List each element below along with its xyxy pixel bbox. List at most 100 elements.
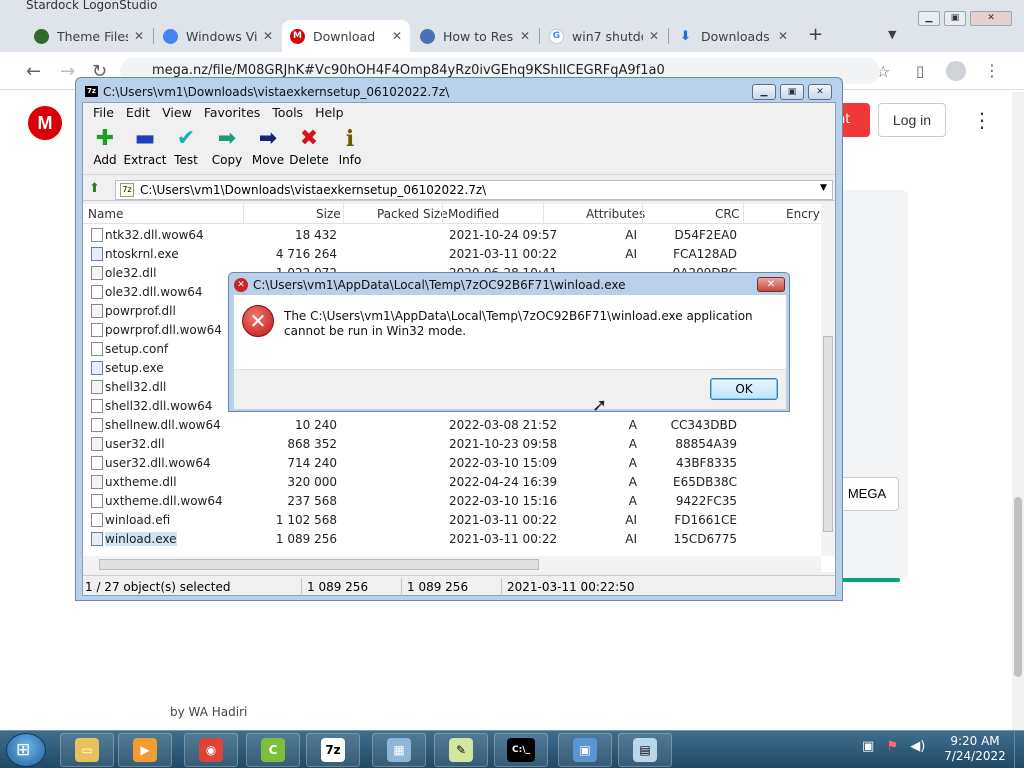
dialog-title[interactable]: C:\Users\vm1\AppData\Local\Temp\7zOC92B6…: [253, 278, 626, 292]
page-scrollbar[interactable]: [1012, 92, 1024, 730]
tab-search-chevron-icon[interactable]: ▼: [888, 28, 896, 41]
menu-file[interactable]: File: [87, 103, 120, 122]
cell-name: ntk32.dll.wow64: [105, 228, 204, 242]
clock-time: 9:20 AM: [950, 734, 1000, 748]
forward-arrow-icon[interactable]: →: [60, 61, 75, 82]
column-name[interactable]: Name: [88, 207, 123, 221]
status-selection: 1 / 27 object(s) selected: [85, 580, 231, 594]
side-panel-icon[interactable]: ▯: [916, 62, 924, 80]
mega-menu-icon[interactable]: ⋮: [972, 108, 992, 132]
column-attributes[interactable]: Attributes: [586, 207, 645, 221]
globe-icon: [34, 28, 49, 44]
cell-name: ole32.dll: [105, 266, 156, 280]
network-icon[interactable]: ▣: [862, 739, 874, 754]
minimize-button[interactable]: ▁: [752, 84, 776, 100]
action-center-icon[interactable]: ⚑: [886, 739, 898, 754]
taskbar-explorer[interactable]: ▭: [60, 733, 114, 767]
cell-crc-text: CC343DBD: [670, 418, 737, 432]
table-row[interactable]: user32.dll 868 352 2021-10-23 09:58 A 88854A…: [83, 435, 821, 454]
tab-downloads[interactable]: ⬇ Downloads ✕: [670, 20, 796, 52]
list-vertical-scrollbar[interactable]: [821, 204, 835, 556]
exe-file-icon: [91, 532, 103, 546]
taskbar-7zip[interactable]: 7z: [306, 733, 360, 767]
close-icon[interactable]: ✕: [134, 29, 144, 43]
test-button[interactable]: ✔ Test: [164, 127, 208, 168]
table-row[interactable]: shellnew.dll.wow64 10 240 2022-03-08 21:52…: [83, 416, 821, 435]
new-tab-button[interactable]: +: [808, 24, 823, 45]
taskbar-window[interactable]: ▣: [558, 733, 612, 767]
start-button[interactable]: ⊞: [6, 733, 46, 767]
close-icon[interactable]: ✕: [392, 29, 402, 43]
mega-login-button[interactable]: Log in: [878, 103, 946, 137]
tab-windows[interactable]: Windows Vi ✕: [155, 20, 281, 52]
delete-button[interactable]: ✖ Delete: [287, 127, 331, 168]
list-horizontal-scrollbar[interactable]: [83, 556, 821, 572]
close-icon[interactable]: ✕: [263, 29, 273, 43]
7zip-title: C:\Users\vm1\Downloads\vistaexkernsetup_…: [103, 85, 450, 99]
menu-view[interactable]: View: [156, 103, 198, 122]
clock[interactable]: 9:20 AM 7/24/2022: [940, 734, 1010, 764]
cell-attr-text: AI: [625, 247, 637, 261]
table-row[interactable]: ntoskrnl.exe 4 716 264 2021-03-11 00:22 AI F…: [83, 245, 821, 264]
taskbar-file[interactable]: ▤: [618, 733, 672, 767]
scrollbar-thumb[interactable]: [1014, 497, 1022, 677]
taskbar-media-player[interactable]: ▶: [118, 733, 172, 767]
column-crc[interactable]: CRC: [715, 207, 740, 221]
volume-icon[interactable]: ◀): [910, 739, 925, 754]
path-field[interactable]: 7z C:\Users\vm1\Downloads\vistaexkernset…: [115, 180, 833, 200]
maximize-button[interactable]: ▣: [780, 84, 804, 100]
column-modified[interactable]: Modified: [448, 207, 499, 221]
taskbar-ccleaner[interactable]: C: [246, 733, 300, 767]
menu-edit[interactable]: Edit: [120, 103, 156, 122]
close-icon[interactable]: ✕: [649, 29, 659, 43]
taskbar-control-panel[interactable]: ▦: [372, 733, 426, 767]
scrollbar-thumb[interactable]: [823, 336, 833, 532]
close-button[interactable]: ✕: [808, 84, 832, 100]
taskbar-cmd[interactable]: C:\_: [494, 733, 548, 767]
extract-label: Extract: [123, 153, 167, 167]
path-text[interactable]: C:\Users\vm1\Downloads\vistaexkernsetup_…: [140, 183, 486, 197]
taskbar-chrome[interactable]: ◉: [184, 733, 238, 767]
cell-modified: 2021-10-24 09:57: [449, 228, 557, 242]
tab-theme-files[interactable]: Theme Files ✕: [26, 20, 152, 52]
mega-open-button[interactable]: MEGA: [835, 477, 899, 511]
table-row[interactable]: uxtheme.dll.wow64 237 568 2022-03-10 15:16…: [83, 492, 821, 511]
ok-button[interactable]: OK: [710, 378, 778, 400]
tab-separator: [153, 28, 154, 44]
add-button[interactable]: ✚ Add: [83, 127, 127, 168]
profile-avatar[interactable]: [946, 61, 966, 81]
tab-download[interactable]: M Download ✕: [282, 20, 410, 52]
taskbar-editor[interactable]: ✎: [434, 733, 488, 767]
7zip-titlebar[interactable]: 7z C:\Users\vm1\Downloads\vistaexkernset…: [76, 78, 842, 104]
tab-how-to[interactable]: How to Res ✕: [412, 20, 538, 52]
column-size[interactable]: Size: [316, 207, 341, 221]
info-button[interactable]: i Info: [328, 127, 372, 167]
table-row[interactable]: uxtheme.dll 320 000 2022-04-24 16:39 A E65DB…: [83, 473, 821, 492]
close-icon[interactable]: ✕: [520, 29, 530, 43]
extract-button[interactable]: ▬ Extract: [123, 127, 167, 168]
table-row[interactable]: user32.dll.wow64 714 240 2022-03-10 15:09 A…: [83, 454, 821, 473]
folder-up-icon[interactable]: ⬆: [89, 181, 105, 197]
scrollbar-thumb[interactable]: [99, 559, 539, 570]
copy-button[interactable]: ➡ Copy: [205, 127, 249, 168]
menu-favorites[interactable]: Favorites: [198, 103, 266, 122]
menu-help[interactable]: Help: [309, 103, 350, 122]
mega-logo[interactable]: M: [28, 106, 62, 140]
cell-name: powrprof.dll: [105, 304, 176, 318]
back-arrow-icon[interactable]: ←: [26, 61, 41, 82]
chrome-menu-icon[interactable]: ⋮: [984, 61, 1000, 80]
move-button[interactable]: ➡ Move: [246, 127, 290, 168]
path-dropdown-icon[interactable]: ▼: [820, 183, 827, 193]
column-encrypted[interactable]: Encry: [786, 207, 820, 221]
close-icon[interactable]: ✕: [778, 29, 788, 43]
table-row[interactable]: ntk32.dll.wow64 18 432 2021-10-24 09:57 AI D…: [83, 226, 821, 245]
cell-crc: FD1661CE: [674, 513, 737, 527]
table-row[interactable]: winload.efi 1 102 568 2021-03-11 00:22 AI FD…: [83, 511, 821, 530]
show-desktop-button[interactable]: [1014, 731, 1024, 768]
menu-tools[interactable]: Tools: [266, 103, 309, 122]
column-packed-size[interactable]: Packed Size: [377, 207, 448, 221]
url-text[interactable]: mega.nz/file/M08GRJhK#Vc90hOH4F4Omp84yRz…: [152, 63, 665, 78]
table-row[interactable]: winload.exe 1 089 256 2021-03-11 00:22 AI 15…: [83, 530, 821, 549]
tab-win7-shutdown[interactable]: G win7 shutdo ✕: [541, 20, 667, 52]
dialog-close-button[interactable]: ✕: [757, 277, 785, 292]
